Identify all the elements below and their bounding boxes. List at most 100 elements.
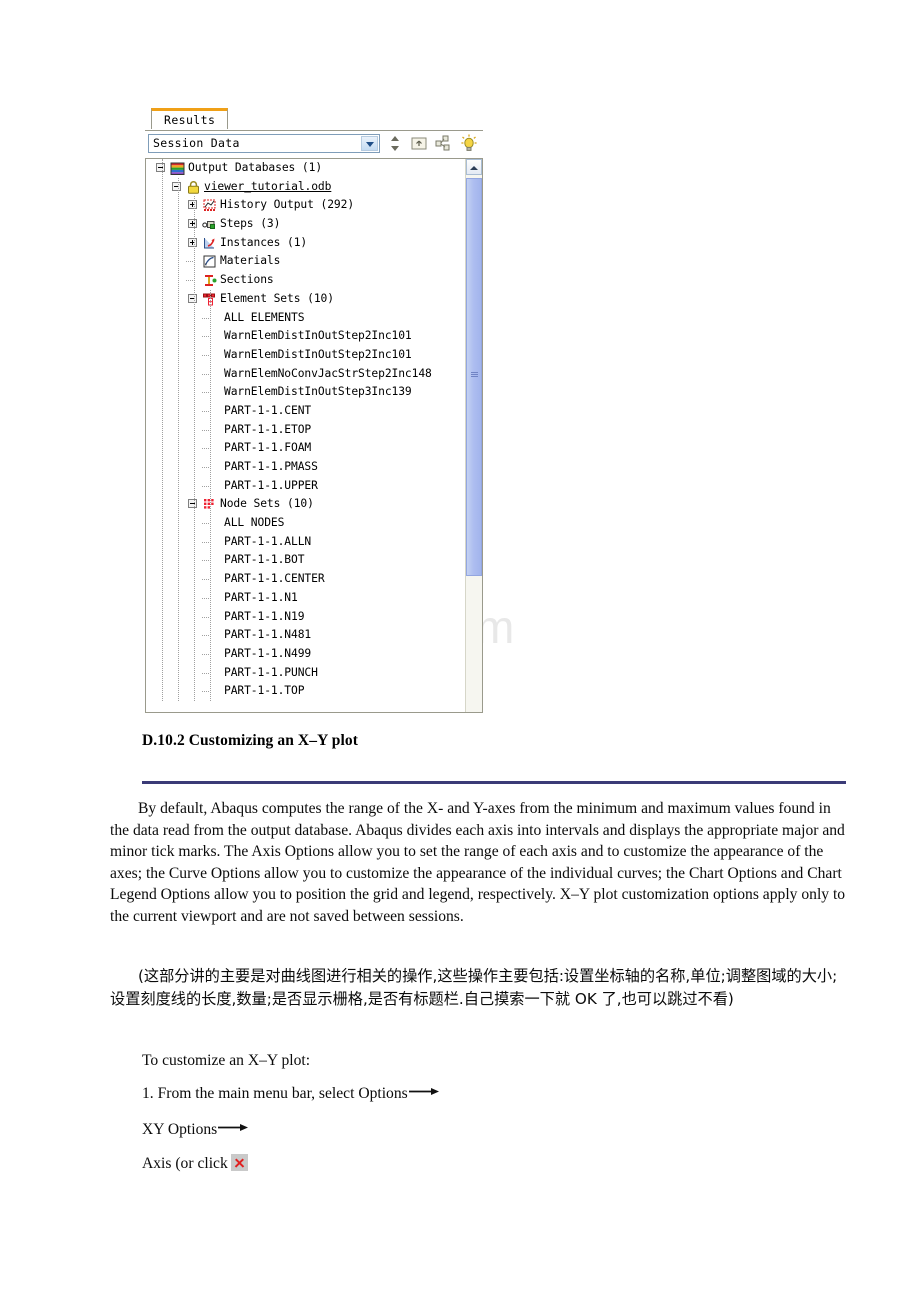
tree-item-label: PART-1-1.CENT	[224, 403, 312, 417]
collapse-toggle-icon[interactable]	[172, 181, 181, 191]
tab-results[interactable]: Results	[151, 108, 229, 129]
expand-toggle-icon[interactable]	[188, 200, 197, 210]
tree-item-label: PART-1-1.FOAM	[224, 441, 312, 455]
tree-branch-tick	[202, 691, 209, 693]
tree-item-label: PART-1-1.BOT	[224, 553, 305, 567]
tree-branch-tick	[202, 560, 209, 562]
tree-item-label: ALL ELEMENTS	[224, 310, 305, 324]
session-data-value: Session Data	[153, 136, 240, 150]
lock-odb-icon	[186, 180, 201, 195]
tree-item-label: PART-1-1.ALLN	[224, 534, 312, 548]
step1-text: 1. From the main menu bar, select Option…	[142, 1085, 408, 1102]
paragraph-cn-text: (这部分讲的主要是对曲线图进行相关的操作,这些操作主要包括:设置坐标轴的名称,单…	[110, 967, 838, 1008]
page-heading: D.10.2 Customizing an X–Y plot	[142, 732, 358, 749]
tree-item-label: PART-1-1.N481	[224, 628, 312, 642]
tree-item-label: PART-1-1.TOP	[224, 684, 305, 698]
heading-divider	[142, 781, 846, 784]
tree-guide-line	[162, 159, 163, 702]
collapse-toggle-icon[interactable]	[188, 499, 197, 509]
tree-item-label: Node Sets (10)	[220, 497, 314, 511]
tree-branch-tick	[202, 579, 209, 581]
tree-items-container: Output Databases (1) viewer_tutorial.odb H…	[146, 159, 465, 712]
tree-item-label: Output Databases (1)	[188, 161, 323, 174]
panel-tabstrip: Results	[145, 108, 483, 131]
panel-toolbar: Session Data	[145, 131, 483, 159]
tree-item-label: Element Sets (10)	[220, 291, 334, 305]
tree-item-label: viewer_tutorial.odb	[204, 179, 332, 193]
tree-item-label: PART-1-1.PMASS	[224, 460, 318, 473]
tree-item-label: PART-1-1.CENTER	[224, 572, 325, 586]
tree-item[interactable]: viewer_tutorial.odb	[146, 178, 465, 197]
svg-text:ε: ε	[205, 263, 207, 268]
tree-item-label: WarnElemDistInOutStep2Inc101	[224, 329, 412, 343]
tree-branch-tick	[202, 392, 209, 394]
collapse-toggle-icon[interactable]	[156, 163, 165, 172]
tree-view[interactable]: Output Databases (1) viewer_tutorial.odb H…	[145, 158, 483, 713]
sections-icon	[202, 273, 217, 288]
session-data-combobox[interactable]: Session Data	[148, 134, 380, 153]
arrow-right-icon	[408, 1084, 439, 1102]
tree-branch-tick	[202, 317, 209, 319]
scrollbar-thumb[interactable]	[466, 178, 482, 576]
tree-item-label: PART-1-1.ETOP	[224, 422, 312, 436]
paragraph-chinese-note: (这部分讲的主要是对曲线图进行相关的操作,这些操作主要包括:设置坐标轴的名称,单…	[110, 965, 850, 1010]
tree-branch-tick	[202, 597, 209, 599]
tree-branch-tick	[202, 653, 209, 655]
tree-branch-tick	[202, 467, 209, 468]
tree-branch-tick	[202, 354, 209, 356]
move-up-folder-icon[interactable]	[408, 133, 430, 154]
line-step-1: 1. From the main menu bar, select Option…	[142, 1084, 439, 1103]
xy-options-text: XY Options	[142, 1121, 218, 1138]
chevron-down-icon[interactable]	[361, 136, 378, 151]
tree-branch-tick	[202, 635, 209, 637]
tree-item-label: ALL NODES	[224, 516, 285, 530]
tree-item-label: Instances (1)	[220, 235, 308, 249]
collapse-toggle-icon[interactable]	[188, 293, 197, 303]
line-xy-options: XY Options	[142, 1120, 249, 1139]
tree-branch-tick	[202, 373, 209, 375]
output-databases-icon	[170, 161, 185, 176]
expand-toggle-icon[interactable]	[188, 219, 197, 229]
tree-guide-line	[194, 196, 195, 702]
tree-item[interactable]: Output Databases (1)	[146, 159, 465, 178]
tree-branch-tick	[202, 410, 209, 412]
tree-item-label: Steps (3)	[220, 217, 281, 231]
tree-item-label: Sections	[220, 273, 274, 287]
tree-guide-line	[210, 289, 211, 702]
tree-branch-tick	[202, 336, 209, 338]
tree-branch-tick	[202, 485, 209, 487]
history-output-icon	[202, 198, 217, 213]
tree-guide-line	[178, 177, 179, 702]
tree-item-label: PART-1-1.PUNCH	[224, 665, 318, 679]
paragraph-text: By default, Abaqus computes the range of…	[110, 800, 846, 925]
tree-item-label: PART-1-1.UPPER	[224, 478, 318, 492]
axis-text: Axis (or click	[142, 1155, 228, 1172]
tree-branch-tick	[186, 261, 193, 263]
tree-item-label: WarnElemDistInOutStep2Inc101	[224, 347, 412, 361]
arrow-right-icon	[218, 1120, 249, 1138]
expand-toggle-icon[interactable]	[188, 237, 197, 247]
tree-branch-tick	[202, 429, 209, 431]
line-axis: Axis (or click	[142, 1154, 248, 1173]
x-close-icon[interactable]	[230, 1154, 248, 1171]
tree-item-label: PART-1-1.N19	[224, 609, 305, 623]
tree-branch-tick	[202, 616, 209, 618]
results-tree-panel: Results Session Data Output Databases (1…	[145, 108, 483, 713]
tree-item-label: PART-1-1.N1	[224, 590, 298, 604]
link-nodes-icon[interactable]	[432, 133, 454, 154]
tree-item-label: Materials	[220, 254, 281, 268]
tree-branch-tick	[202, 448, 209, 450]
tree-branch-tick	[202, 523, 209, 525]
tree-branch-tick	[202, 672, 209, 674]
lightbulb-icon[interactable]	[458, 133, 480, 154]
tree-item-label: WarnElemDistInOutStep3Inc139	[224, 385, 412, 399]
line-to-customize: To customize an X–Y plot:	[142, 1052, 311, 1069]
steps-icon	[202, 217, 217, 232]
tree-item-label: History Output (292)	[220, 198, 355, 212]
scroll-up-arrow-icon[interactable]	[466, 159, 482, 175]
updown-spinner-icon[interactable]	[384, 133, 406, 154]
materials-icon: ε	[202, 254, 217, 269]
tree-vertical-scrollbar[interactable]	[465, 159, 482, 712]
scrollbar-grip-icon	[471, 372, 478, 379]
tree-branch-tick	[186, 280, 193, 282]
